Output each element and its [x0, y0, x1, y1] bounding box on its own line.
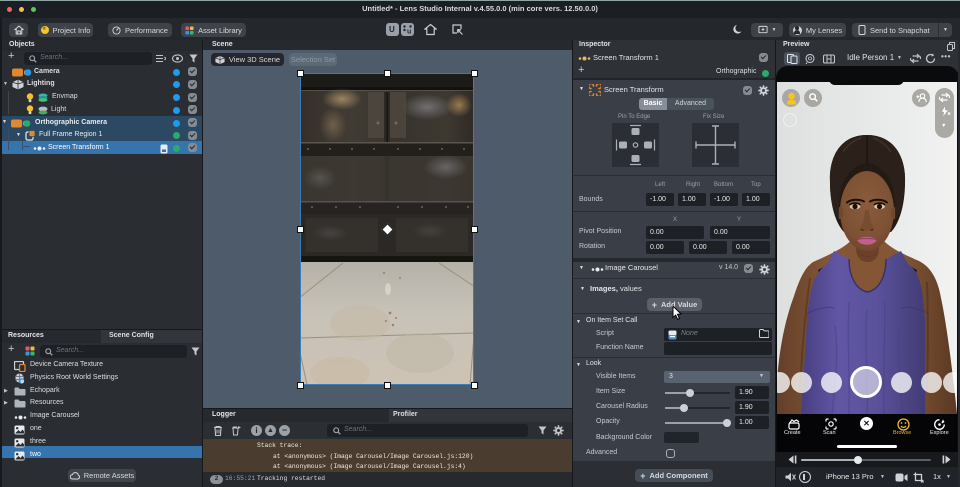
- svg-text:u: u: [407, 29, 411, 35]
